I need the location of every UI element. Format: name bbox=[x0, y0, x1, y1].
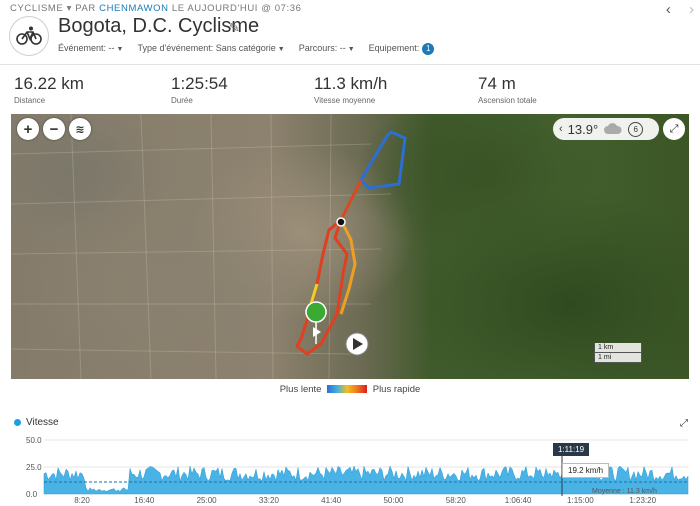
author-link[interactable]: CHENMAWON bbox=[99, 3, 168, 14]
event-dropdown[interactable]: Événement: -- ▼ bbox=[58, 43, 123, 55]
event-type-dropdown[interactable]: Type d'événement: Sans catégorie ▼ bbox=[137, 43, 284, 55]
route-segment-slow bbox=[359, 130, 407, 190]
x-tick-label: 1:15:00 bbox=[567, 496, 594, 505]
chevron-down-icon: ▼ bbox=[116, 46, 124, 53]
street-texture bbox=[11, 114, 392, 379]
map-scale-mi: 1 mi bbox=[594, 353, 642, 363]
weather-widget[interactable]: ‹ 13.9° 6 bbox=[553, 118, 659, 140]
chart-cursor-time: 1:11:19 bbox=[553, 443, 590, 456]
x-tick-label: 41:40 bbox=[321, 496, 342, 505]
route-map[interactable]: + − ≋ ‹ 13.9° 6 ⤢ 1 km 1 mi bbox=[11, 114, 689, 379]
activity-type[interactable]: CYCLISME bbox=[10, 3, 63, 14]
stat-label: Distance bbox=[14, 96, 46, 105]
map-scale-km: 1 km bbox=[594, 343, 642, 353]
stat-value: 74 m bbox=[478, 74, 516, 93]
activity-type-avatar bbox=[9, 16, 49, 56]
route-end-marker[interactable] bbox=[336, 217, 346, 227]
course-dropdown[interactable]: Parcours: -- ▼ bbox=[299, 43, 355, 55]
y-tick-label: 0.0 bbox=[26, 490, 38, 499]
chevron-left-icon[interactable]: ‹ bbox=[559, 123, 563, 135]
chart-cursor-speed: 19.2 km/h bbox=[562, 463, 610, 478]
x-tick-label: 33:20 bbox=[259, 496, 280, 505]
speed-chart-title[interactable]: Vitesse bbox=[14, 417, 59, 428]
x-tick-label: 8:20 bbox=[74, 496, 90, 505]
legend-fast-label: Plus rapide bbox=[372, 384, 421, 395]
route-overlay bbox=[11, 114, 407, 379]
x-tick-label: 1:06:40 bbox=[505, 496, 532, 505]
weather-temperature: 13.9° bbox=[567, 121, 599, 137]
cloud-icon bbox=[604, 123, 622, 134]
x-axis: 8:20 16:40 25:00 33:20 41:40 50:00 58:20 1:06:4… bbox=[74, 496, 656, 505]
wind-speed-indicator: 6 bbox=[628, 121, 644, 137]
route-segment-fast bbox=[295, 218, 349, 356]
x-tick-label: 50:00 bbox=[383, 496, 404, 505]
stat-distance: 16.22 km Distance bbox=[14, 74, 84, 105]
chevron-down-icon: ▼ bbox=[277, 46, 285, 53]
stat-value: 16.22 km bbox=[14, 74, 84, 93]
by-prefix: PAR bbox=[75, 3, 96, 14]
stat-duration: 1:25:54 Durée bbox=[171, 74, 228, 105]
chevron-down-icon[interactable]: ▾ bbox=[67, 3, 76, 14]
stat-avg-speed: 11.3 km/h Vitesse moyenne bbox=[314, 74, 387, 105]
y-tick-label: 25.0 bbox=[26, 463, 42, 472]
stat-label: Durée bbox=[171, 96, 193, 105]
legend-slow-label: Plus lente bbox=[279, 384, 322, 395]
speed-color-legend: Plus lente Plus rapide bbox=[0, 384, 700, 395]
x-tick-label: 1:23:20 bbox=[629, 496, 656, 505]
average-speed-label: Moyenne : 11.3 km/h bbox=[592, 488, 657, 495]
activity-breadcrumb: CYCLISME ▾ PAR CHENMAWON LE AUJOURD'HUI … bbox=[10, 3, 302, 14]
activity-date: LE AUJOURD'HUI @ 07:36 bbox=[171, 3, 302, 14]
x-tick-label: 25:00 bbox=[197, 496, 218, 505]
stat-elevation-gain: 74 m Ascension totale bbox=[478, 74, 537, 105]
play-replay-button[interactable] bbox=[345, 332, 369, 356]
activity-nav: ‹ › bbox=[652, 1, 694, 18]
zoom-in-button[interactable]: + bbox=[17, 118, 39, 140]
stat-label: Ascension totale bbox=[478, 96, 537, 105]
x-tick-label: 16:40 bbox=[134, 496, 155, 505]
x-tick-label: 58:20 bbox=[446, 496, 467, 505]
bicycle-icon bbox=[16, 26, 42, 45]
zoom-out-button[interactable]: − bbox=[43, 118, 65, 140]
y-axis: 50.0 25.0 0.0 bbox=[26, 436, 42, 499]
gear-count-badge: 1 bbox=[422, 43, 435, 55]
y-tick-label: 50.0 bbox=[26, 436, 42, 445]
stat-value: 1:25:54 bbox=[171, 74, 228, 93]
series-dot-icon bbox=[14, 419, 21, 426]
speed-chart-label: Vitesse bbox=[26, 417, 59, 428]
chevron-down-icon: ▼ bbox=[347, 46, 355, 53]
route-segment-medium bbox=[339, 179, 363, 221]
activity-meta: Événement: -- ▼ Type d'événement: Sans ca… bbox=[58, 43, 435, 55]
header-divider bbox=[0, 64, 700, 65]
map-fullscreen-icon[interactable]: ⤢ bbox=[663, 118, 685, 140]
stat-label: Vitesse moyenne bbox=[314, 96, 376, 105]
stat-value: 11.3 km/h bbox=[314, 74, 388, 93]
activity-page: CYCLISME ▾ PAR CHENMAWON LE AUJOURD'HUI … bbox=[0, 0, 700, 506]
gear-dropdown[interactable]: Equipement: 1 bbox=[369, 43, 435, 55]
map-layers-icon[interactable]: ≋ bbox=[69, 118, 91, 140]
legend-gradient-bar bbox=[327, 385, 368, 394]
chart-expand-icon[interactable]: ⤢ bbox=[680, 418, 688, 429]
previous-activity-button[interactable]: ‹ bbox=[666, 1, 671, 18]
edit-pencil-icon[interactable]: ✎ bbox=[229, 20, 240, 36]
next-activity-button[interactable]: › bbox=[689, 1, 694, 18]
